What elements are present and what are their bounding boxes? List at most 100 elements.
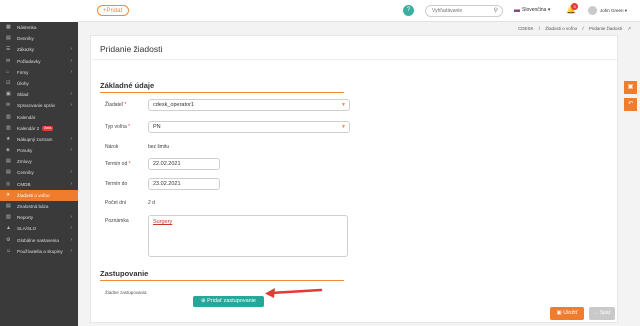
chevron-right-icon: › (70, 102, 72, 109)
sidebar-item-label: Kalendár 2 (17, 125, 40, 131)
chevron-right-icon: › (70, 147, 72, 154)
date-to-label: Termín do (105, 181, 128, 187)
sidebar-item-label: Požiadavky (17, 58, 41, 64)
breadcrumb-item[interactable]: Žiadosti o voľno (545, 26, 577, 31)
quick-add-button[interactable]: +Pridať (97, 5, 129, 16)
chevron-down-icon: ▼ (341, 124, 346, 130)
sidebar-item[interactable]: ▦ Nástenka (0, 22, 78, 33)
chevron-right-icon: › (70, 225, 72, 232)
chevron-right-icon: › (70, 91, 72, 98)
sidebar-item[interactable]: ☰ Zákazky › (0, 44, 78, 55)
sidebar-logo-area (0, 0, 78, 22)
warehouse-icon: ▣ (6, 91, 11, 98)
side-save-icon[interactable]: ▣ (624, 81, 637, 94)
leave-type-value: PN (153, 124, 161, 130)
sidebar-item-label: Cenníky (17, 170, 34, 176)
sidebar-item[interactable]: ▥ Kalendár 2 Beta (0, 123, 78, 134)
note-textarea[interactable]: Surgery (148, 215, 348, 257)
plus-circle-icon: ⊕ (201, 298, 206, 304)
days-count-label: Počet dní (105, 200, 127, 206)
sidebar-item[interactable]: ▥ Kalendár (0, 112, 78, 123)
search-box[interactable]: ⚲ (425, 5, 503, 17)
sidebar-item-label: Kalendár (17, 114, 36, 120)
external-link-icon[interactable]: ↗ (627, 26, 631, 31)
reports-icon: ▨ (6, 214, 11, 221)
sidebar-item[interactable]: ◈ Ponuky › (0, 145, 78, 156)
sidebar-item-label: Spracovanie správ (17, 103, 56, 109)
notification-count-badge: 3 (571, 3, 578, 10)
sidebar-item[interactable]: ▤ Denníky (0, 33, 78, 44)
chevron-right-icon: › (70, 169, 72, 176)
save-button[interactable]: ▣ Uložiť (550, 307, 584, 320)
search-icon[interactable]: ⚲ (494, 7, 498, 14)
requests-icon: ✉ (6, 57, 11, 64)
annotation-arrow-icon (265, 288, 323, 298)
sidebar-item-label: Reporty (17, 215, 34, 221)
avatar[interactable] (588, 6, 597, 15)
users-icon: ☺ (6, 247, 12, 254)
cart-icon: ★ (6, 135, 11, 142)
chevron-right-icon: › (70, 57, 72, 64)
chevron-down-icon: ▾ (547, 7, 551, 13)
chevron-down-icon: ▼ (341, 102, 346, 108)
sidebar-item[interactable]: ★ Nákupný zoznam › (0, 134, 78, 145)
breadcrumb: CDESK / Žiadosti o voľno / Pridanie žiad… (514, 26, 631, 32)
offers-icon: ◈ (6, 147, 10, 154)
sidebar-item[interactable]: ⚙ Globálne nastavenia › (0, 235, 78, 246)
sidebar-item[interactable]: ▣ Sklad › (0, 89, 78, 100)
side-back-icon[interactable]: ↶ (624, 98, 637, 111)
chevron-right-icon: › (70, 236, 72, 243)
applicant-label: Žiadateľ * (105, 102, 127, 108)
sidebar-item-label: Zmluvy (17, 159, 32, 165)
sla-icon: ▲ (6, 225, 11, 232)
request-form-card: Pridanie žiadosti Základné údaje Žiadate… (90, 35, 619, 323)
sidebar-item[interactable]: ☑ Úlohy (0, 78, 78, 89)
leave-type-select[interactable]: PN ▼ (148, 121, 350, 133)
orders-icon: ☰ (6, 46, 11, 53)
sidebar-item[interactable]: ▤ Zmluvy (0, 156, 78, 167)
breadcrumb-item[interactable]: Pridanie žiadosti (589, 26, 622, 31)
sidebar-item[interactable]: ☺ Používatelia a skupiny › (0, 246, 78, 257)
applicant-select[interactable]: cdesk_operator1 ▼ (148, 99, 350, 111)
sidebar-item[interactable]: ✈ Žiadosti o voľno (0, 189, 78, 201)
date-from-label: Termín od * (105, 161, 131, 167)
sidebar-item[interactable]: ⌂ Firmy › (0, 67, 78, 78)
date-to-input[interactable]: 23.02.2021 (148, 178, 220, 190)
language-selector[interactable]: Slovenčina ▾ (514, 7, 550, 13)
sidebar-item-label: Globálne nastavenia (17, 237, 59, 243)
language-label: Slovenčina (522, 7, 547, 13)
entitlement-value: bez limitu (148, 144, 170, 150)
help-icon[interactable]: ? (403, 5, 414, 16)
sidebar-item-label: Úlohy (17, 80, 29, 86)
page-title: Pridanie žiadosti (100, 44, 163, 54)
sidebar-item[interactable]: ▲ SLA/SLO › (0, 223, 78, 234)
cmdb-icon: ◎ (6, 180, 11, 187)
chevron-right-icon: › (70, 135, 72, 142)
contracts-icon: ▤ (6, 158, 11, 165)
search-input[interactable] (432, 6, 494, 16)
back-button[interactable]: ← Späť (589, 307, 615, 320)
breadcrumb-item[interactable]: CDESK (518, 26, 534, 31)
pricelist-icon: ▤ (6, 169, 11, 176)
sidebar-item-label: Znalostná báza (17, 204, 49, 209)
sidebar-item-label: Sklad (17, 92, 29, 98)
dashboard-icon: ▦ (6, 24, 11, 30)
add-substitution-button[interactable]: ⊕ Pridať zastupovanie (193, 296, 264, 307)
breadcrumb-separator: / (582, 26, 584, 31)
calendar-icon: ▥ (6, 124, 11, 131)
sidebar-item[interactable]: ▨ Reporty › (0, 212, 78, 223)
user-name: John Green (600, 8, 624, 13)
sidebar-item[interactable]: ▤ Cenníky › (0, 167, 78, 178)
date-from-input[interactable]: 22.02.2021 (148, 158, 220, 170)
beta-badge: Beta (42, 125, 54, 131)
sidebar-item[interactable]: ✉ Spracovanie správ › (0, 100, 78, 111)
sidebar-item-label: Nástenka (17, 25, 37, 30)
sidebar-item[interactable]: ▤ Znalostná báza (0, 201, 78, 212)
user-menu[interactable]: John Green ▾ (600, 8, 627, 14)
sidebar-item[interactable]: ✉ Požiadavky › (0, 56, 78, 67)
sidebar-item-label: Používatelia a skupiny (17, 248, 63, 254)
sidebar-item[interactable]: ◎ CMDB › (0, 179, 78, 190)
no-substitutions-text: Žiadne zastupovania (105, 290, 147, 295)
sidebar-menu: ▦ Nástenka ▤ Denníky ☰ Zákazky › ✉ Požiadavky › ⌂ F… (0, 22, 78, 257)
sidebar-item-label: Denníky (17, 36, 34, 42)
